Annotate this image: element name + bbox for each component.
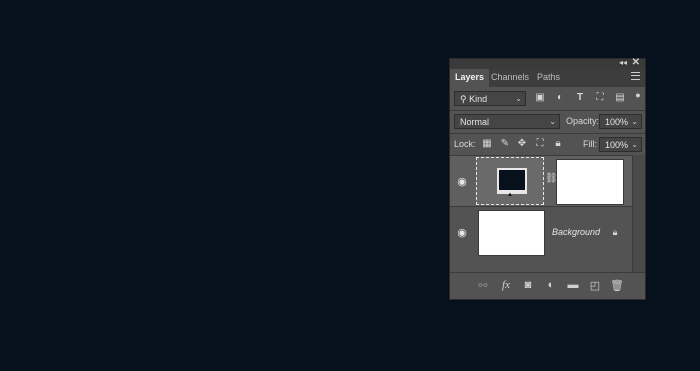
lock-row: Lock: ▦ ✎ ✥ ⛶ 🔒︎ Fill: 100% ⌄ bbox=[450, 134, 645, 155]
opacity-input[interactable]: 100% ⌄ bbox=[599, 114, 642, 129]
new-layer-icon[interactable]: ◰ bbox=[588, 279, 602, 292]
lock-transparent-pixels-icon[interactable]: ▦ bbox=[481, 138, 493, 150]
layers-bottom-toolbar: ⚯ fx ◙ ◐ ▬ ◰ 🗑︎ bbox=[450, 272, 645, 299]
panel-title-strip: ◂◂ ✕ bbox=[450, 57, 645, 69]
fill-input[interactable]: 100% ⌄ bbox=[599, 137, 642, 152]
search-icon: ⚲ bbox=[460, 94, 470, 104]
layer-row-smart-object[interactable]: ◉ ▲ ⛓ bbox=[450, 156, 633, 206]
layer-row-background[interactable]: ◉ Background 🔒︎ bbox=[450, 207, 633, 257]
lock-artboard-icon[interactable]: ⛶ bbox=[534, 138, 546, 150]
eye-icon[interactable]: ◉ bbox=[456, 175, 468, 188]
chevron-down-icon: ⌄ bbox=[631, 140, 638, 149]
layers-panel: ◂◂ ✕ Layers Channels Paths ⚲ Kind ⌄ ▣ ◐ … bbox=[449, 57, 646, 300]
opacity-label: Opacity: bbox=[566, 116, 600, 126]
filter-kind-value: Kind bbox=[469, 94, 488, 104]
panel-menu-icon[interactable] bbox=[631, 72, 640, 80]
link-layers-icon[interactable]: ⚯ bbox=[476, 279, 490, 292]
new-group-folder-icon[interactable]: ▬ bbox=[566, 279, 580, 291]
add-mask-icon[interactable]: ◙ bbox=[521, 279, 535, 291]
adjustment-layer-filter-icon[interactable]: ◐ bbox=[554, 92, 566, 104]
background-thumbnail[interactable] bbox=[478, 210, 545, 256]
lock-image-pixels-icon[interactable]: ✎ bbox=[499, 138, 511, 150]
eye-icon[interactable]: ◉ bbox=[456, 226, 468, 239]
fill-value: 100% bbox=[605, 140, 629, 150]
shape-layer-filter-icon[interactable]: ⛶ bbox=[594, 92, 606, 104]
layer-style-fx-icon[interactable]: fx bbox=[499, 279, 513, 291]
collapse-icon[interactable]: ◂◂ bbox=[619, 58, 627, 67]
fill-label: Fill: bbox=[583, 139, 597, 149]
chevron-down-icon: ⌄ bbox=[515, 94, 522, 103]
lock-position-icon[interactable]: ✥ bbox=[516, 138, 528, 150]
opacity-value: 100% bbox=[605, 117, 629, 127]
smart-object-thumbnail bbox=[497, 168, 527, 194]
blend-mode-select[interactable]: Normal ⌄ bbox=[454, 114, 560, 129]
close-icon[interactable]: ✕ bbox=[632, 57, 640, 68]
lock-icon: 🔒︎ bbox=[612, 227, 618, 237]
chevron-down-icon: ⌄ bbox=[631, 117, 638, 126]
tab-channels[interactable]: Channels bbox=[486, 69, 534, 87]
chevron-down-icon: ⌄ bbox=[549, 117, 556, 126]
type-layer-filter-icon[interactable]: T bbox=[574, 92, 586, 104]
lock-all-icon[interactable]: 🔒︎ bbox=[552, 138, 564, 150]
blend-mode-value: Normal bbox=[460, 117, 490, 127]
filter-toggle-icon[interactable]: ● bbox=[632, 89, 644, 101]
tab-layers[interactable]: Layers bbox=[450, 69, 490, 87]
layer-mask-thumbnail[interactable] bbox=[556, 159, 624, 205]
blend-row: Normal ⌄ Opacity: 100% ⌄ bbox=[450, 111, 645, 132]
layers-scrollbar[interactable] bbox=[632, 155, 645, 272]
pixel-layer-filter-icon[interactable]: ▣ bbox=[534, 92, 546, 104]
panel-tabs: Layers Channels Paths bbox=[450, 69, 645, 87]
layer-name: Background bbox=[552, 227, 601, 237]
smart-object-filter-icon[interactable]: ▤ bbox=[614, 92, 626, 104]
filter-row: ⚲ Kind ⌄ ▣ ◐ T ⛶ ▤ ● bbox=[450, 89, 645, 109]
tab-paths[interactable]: Paths bbox=[532, 69, 565, 87]
new-adjustment-layer-icon[interactable]: ◐ bbox=[544, 279, 558, 291]
layer-thumbnail[interactable]: ▲ bbox=[476, 157, 544, 205]
smart-object-badge-icon: ▲ bbox=[507, 192, 513, 198]
delete-layer-trash-icon[interactable]: 🗑︎ bbox=[610, 279, 624, 292]
filter-kind-select[interactable]: ⚲ Kind ⌄ bbox=[454, 91, 526, 106]
lock-label: Lock: bbox=[454, 139, 476, 149]
